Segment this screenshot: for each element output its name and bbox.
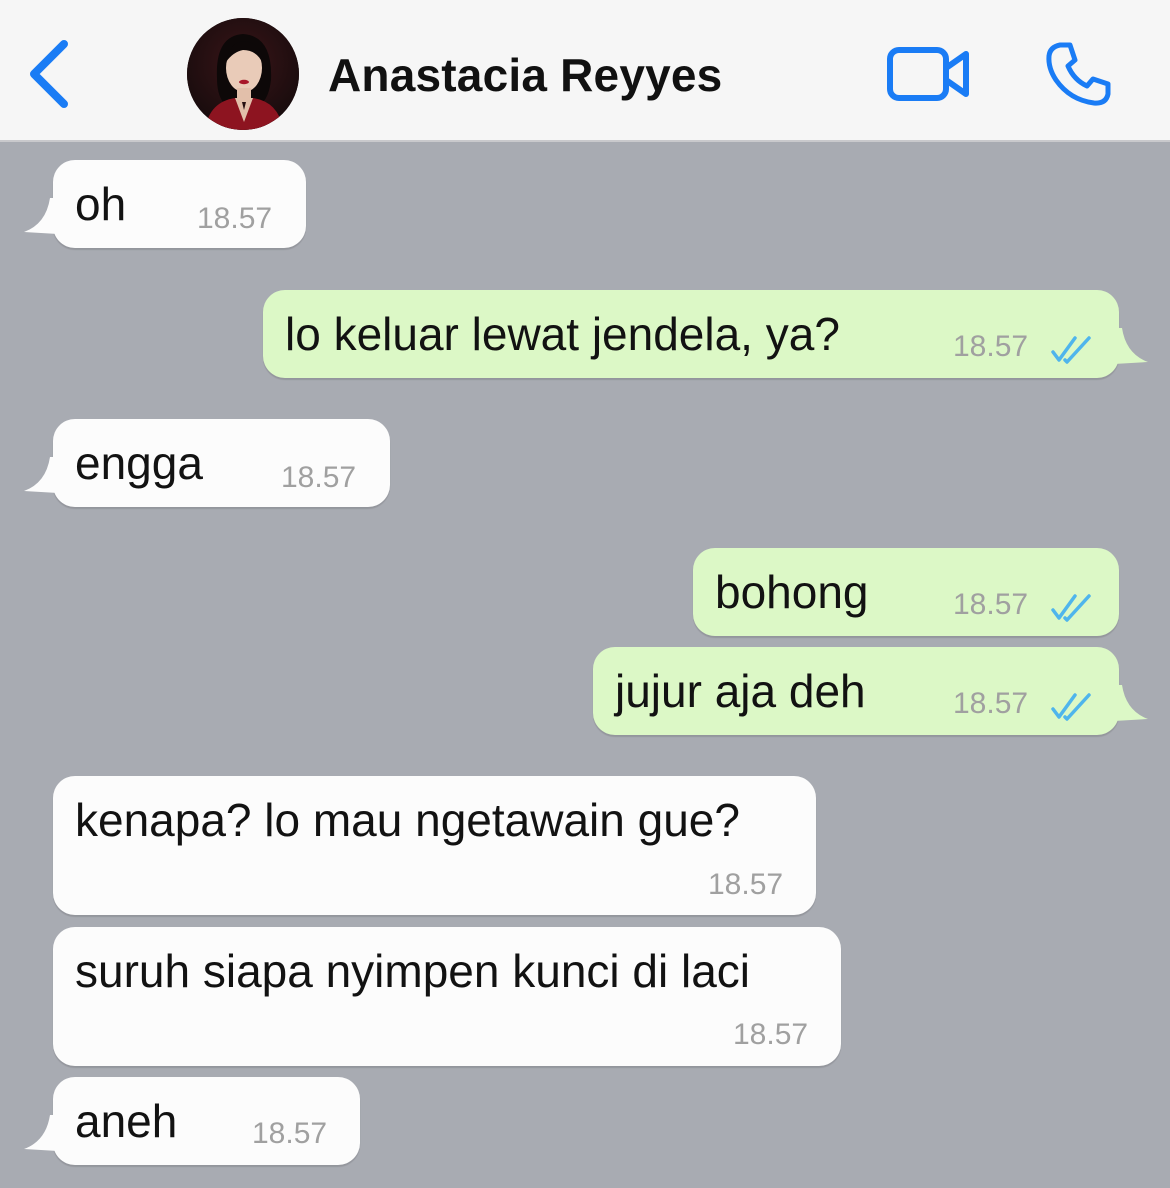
video-call-button[interactable] <box>886 44 972 104</box>
message-bubble[interactable]: aneh 18.57 <box>53 1077 360 1165</box>
message-bubble[interactable]: oh 18.57 <box>53 160 306 248</box>
voice-call-button[interactable] <box>1044 40 1112 108</box>
message-time: 18.57 <box>281 461 357 494</box>
message-text: kenapa? lo mau ngetawain gue? <box>75 794 740 846</box>
read-ticks-icon <box>1051 693 1091 721</box>
bubble-tail <box>1114 328 1148 364</box>
message-bubble[interactable]: lo keluar lewat jendela, ya? 18.57 <box>263 290 1119 378</box>
chat-header: Anastacia Reyyes <box>0 0 1170 142</box>
message-text: lo keluar lewat jendela, ya? <box>285 308 840 360</box>
message-time: 18.57 <box>953 588 1029 621</box>
bubble-tail <box>1114 685 1148 721</box>
message-time: 18.57 <box>197 202 273 235</box>
message-text: oh <box>75 178 127 230</box>
message-bubble[interactable]: jujur aja deh 18.57 <box>593 647 1119 735</box>
message-bubble[interactable]: suruh siapa nyimpen kunci di laci 18.57 <box>53 927 841 1066</box>
avatar-photo <box>187 18 299 130</box>
message-time: 18.57 <box>708 868 784 901</box>
contact-name[interactable]: Anastacia Reyyes <box>328 48 722 102</box>
message-bubble[interactable]: bohong 18.57 <box>693 548 1119 636</box>
message-time: 18.57 <box>252 1117 328 1150</box>
message-text: aneh <box>75 1095 178 1147</box>
phone-icon <box>1046 42 1111 106</box>
message-text: suruh siapa nyimpen kunci di laci <box>75 945 751 997</box>
bubble-tail <box>24 457 58 493</box>
message-text: jujur aja deh <box>615 665 866 717</box>
message-time: 18.57 <box>953 687 1029 720</box>
message-text: engga <box>75 437 203 489</box>
back-button[interactable] <box>26 38 74 110</box>
message-time: 18.57 <box>953 330 1029 363</box>
bubble-tail <box>24 198 58 234</box>
video-camera-icon <box>887 47 969 101</box>
read-ticks-icon <box>1051 594 1091 622</box>
read-ticks-icon <box>1051 336 1091 364</box>
avatar[interactable] <box>187 18 299 130</box>
message-time: 18.57 <box>733 1018 809 1051</box>
message-bubble[interactable]: engga 18.57 <box>53 419 390 507</box>
message-text: bohong <box>715 566 869 618</box>
message-bubble[interactable]: kenapa? lo mau ngetawain gue? 18.57 <box>53 776 816 915</box>
chevron-left-icon <box>30 40 68 108</box>
bubble-tail <box>24 1115 58 1151</box>
